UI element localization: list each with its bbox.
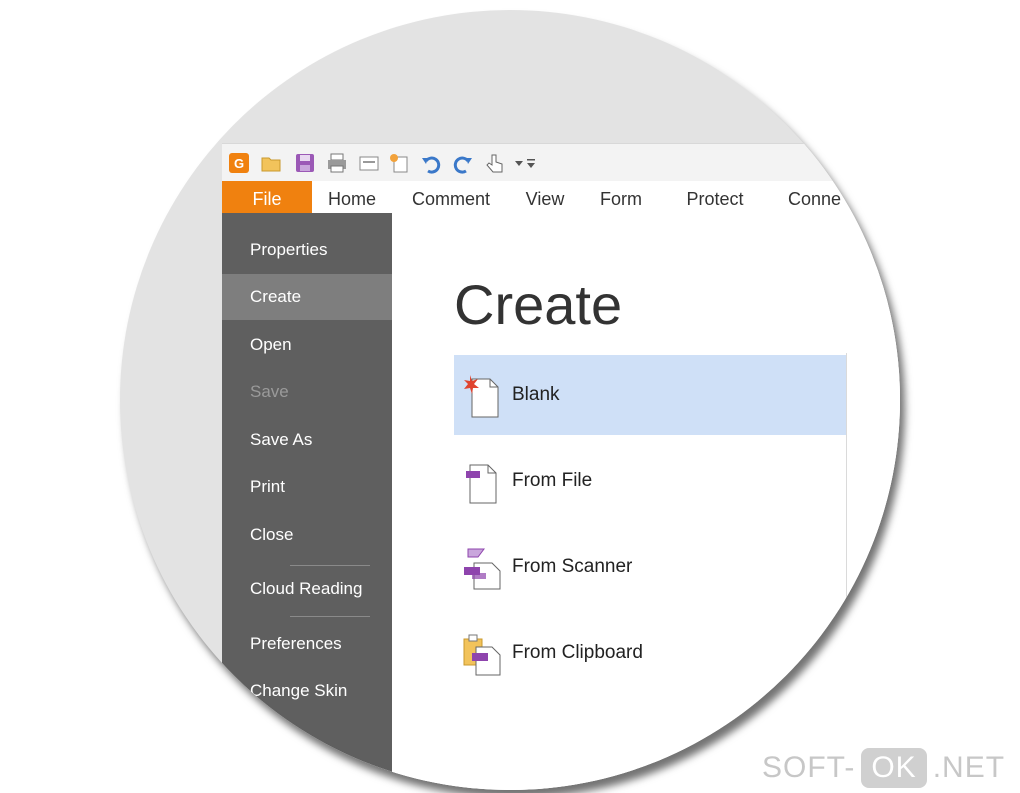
tab-file[interactable]: File xyxy=(222,181,312,213)
create-from-file-label: From File xyxy=(512,470,593,491)
blank-document-icon xyxy=(462,373,502,419)
from-file-icon xyxy=(462,459,502,505)
tab-view[interactable]: View xyxy=(518,181,572,213)
sidebar-item-save: Save xyxy=(250,382,289,401)
sidebar-item-preferences[interactable]: Preferences xyxy=(222,621,392,667)
open-folder-icon[interactable] xyxy=(260,152,282,174)
page-title: Create xyxy=(454,273,623,336)
clipboard-icon xyxy=(462,631,502,677)
create-panel: Create Blank From File From Scanner From… xyxy=(392,213,900,790)
file-menu-sidebar: Properties Create Open Save Save As Prin… xyxy=(222,213,392,790)
magnifier-circle: G File Home Comment View Form Protect Co… xyxy=(120,10,900,790)
save-icon[interactable] xyxy=(294,152,316,174)
watermark: SOFT- OK .NET xyxy=(762,742,1020,793)
new-icon[interactable] xyxy=(388,152,410,174)
create-from-clipboard-option[interactable]: From Clipboard xyxy=(454,613,846,693)
tab-protect[interactable]: Protect xyxy=(678,181,752,213)
customize-toolbar-icon[interactable] xyxy=(524,152,538,174)
create-blank-option[interactable]: Blank xyxy=(454,355,846,435)
panel-divider xyxy=(846,353,847,733)
tab-connect[interactable]: Conne xyxy=(788,181,868,213)
ribbon-tab-bar: File Home Comment View Form Protect Conn… xyxy=(222,181,900,214)
create-from-scanner-option[interactable]: From Scanner xyxy=(454,527,846,607)
scanner-icon xyxy=(462,545,502,591)
create-from-clipboard-label: From Clipboard xyxy=(512,642,643,663)
tab-comment[interactable]: Comment xyxy=(404,181,498,213)
watermark-left: SOFT- xyxy=(762,750,856,784)
hand-tool-icon[interactable] xyxy=(484,152,506,174)
sidebar-item-change-skin[interactable]: Change Skin xyxy=(222,668,392,714)
sidebar-item-create[interactable]: Create xyxy=(222,274,392,320)
undo-icon[interactable] xyxy=(420,152,442,174)
sidebar-item-cloud-reading[interactable]: Cloud Reading xyxy=(222,566,392,612)
sidebar-item-save-as[interactable]: Save As xyxy=(222,417,392,463)
create-blank-label: Blank xyxy=(512,384,560,405)
application-window: G File Home Comment View Form Protect Co… xyxy=(222,143,900,790)
sidebar-item-print[interactable]: Print xyxy=(222,464,392,510)
tab-form[interactable]: Form xyxy=(592,181,650,213)
app-logo-icon[interactable]: G xyxy=(228,152,250,174)
sidebar-item-open[interactable]: Open xyxy=(222,322,392,368)
sidebar-item-properties[interactable]: Properties xyxy=(222,227,392,273)
create-from-file-option[interactable]: From File xyxy=(454,441,846,521)
create-from-scanner-label: From Scanner xyxy=(512,556,633,577)
sidebar-item-close[interactable]: Close xyxy=(222,512,392,558)
svg-text:G: G xyxy=(234,156,244,171)
quick-access-toolbar: G xyxy=(222,143,900,182)
print-icon[interactable] xyxy=(326,152,348,174)
tab-home[interactable]: Home xyxy=(316,181,388,213)
watermark-right: .NET xyxy=(932,750,1006,784)
watermark-middle: OK xyxy=(861,747,927,788)
scan-icon[interactable] xyxy=(358,152,380,174)
redo-icon[interactable] xyxy=(452,152,474,174)
sidebar-divider xyxy=(290,616,370,617)
